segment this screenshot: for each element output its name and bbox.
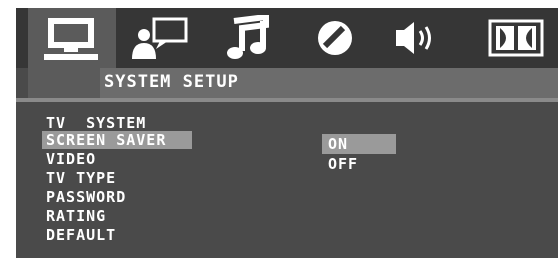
- music-note-icon: [227, 15, 269, 59]
- circle-slash-icon: [318, 21, 352, 55]
- option-on[interactable]: ON: [322, 134, 396, 154]
- setup-tab-bar: [16, 8, 558, 76]
- option-off[interactable]: OFF: [322, 154, 358, 174]
- menu-item-tv-type[interactable]: TV TYPE: [42, 169, 120, 187]
- tab-audio[interactable]: [212, 8, 282, 68]
- menu-item-video[interactable]: VIDEO: [42, 150, 100, 168]
- tab-video[interactable]: [300, 8, 370, 68]
- menu-item-password[interactable]: PASSWORD: [42, 188, 130, 206]
- menu-item-default[interactable]: DEFAULT: [42, 226, 120, 244]
- person-speech-icon: [132, 17, 188, 59]
- menu-item-tv-system[interactable]: TV SYSTEM: [42, 114, 150, 132]
- page-title: SYSTEM SETUP: [104, 72, 239, 92]
- tab-dolby[interactable]: [474, 8, 558, 68]
- monitor-icon: [44, 18, 98, 60]
- speaker-icon: [396, 22, 431, 54]
- menu-item-rating[interactable]: RATING: [42, 207, 110, 225]
- dvd-setup-screen: SYSTEM SETUP TV SYSTEM SCREEN SAVER VIDE…: [0, 0, 558, 258]
- tab-system[interactable]: [28, 8, 116, 76]
- menu-item-screen-saver[interactable]: SCREEN SAVER: [42, 131, 192, 149]
- tab-language[interactable]: [126, 8, 196, 68]
- dolby-logo-icon: [488, 19, 544, 57]
- tab-speaker[interactable]: [382, 8, 452, 68]
- tab-connector: [16, 68, 100, 98]
